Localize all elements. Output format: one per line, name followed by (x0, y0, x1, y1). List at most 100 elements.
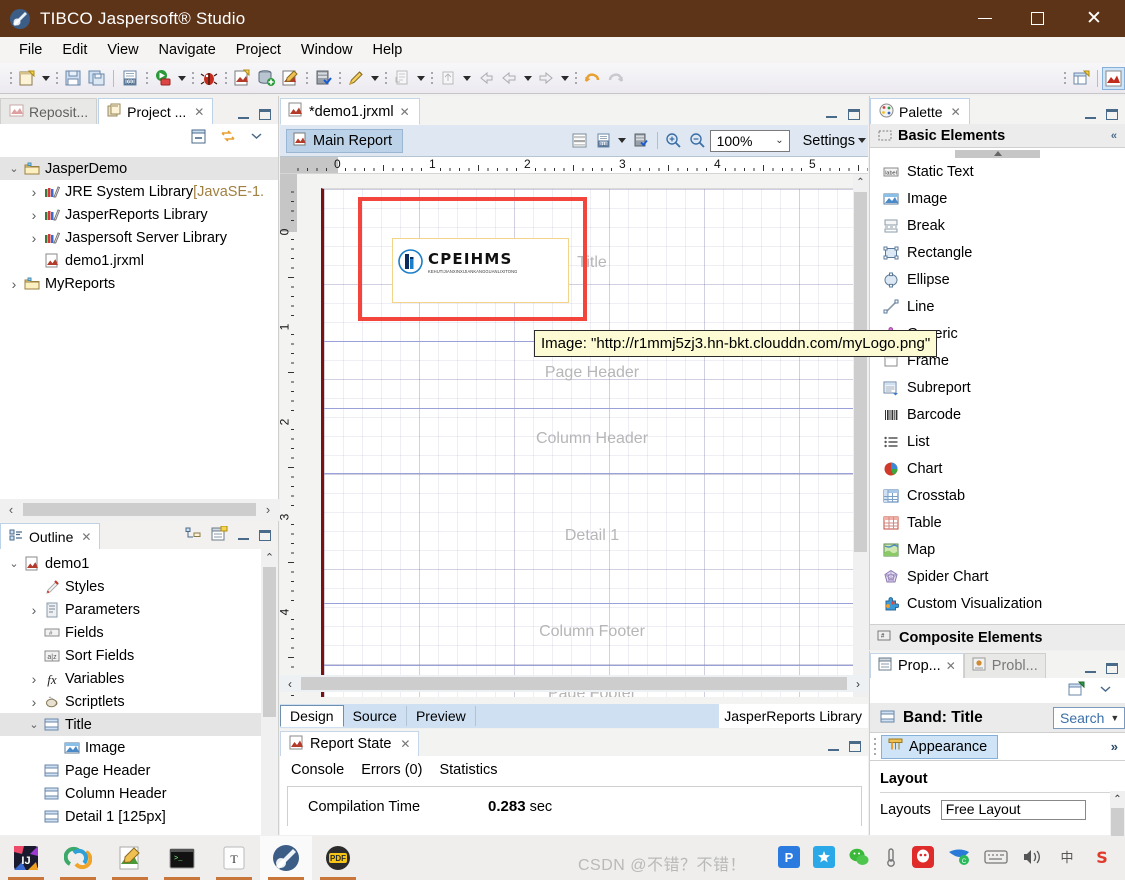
minimize-icon[interactable] (828, 742, 839, 751)
chevron-down-icon[interactable]: ⌄ (6, 162, 22, 175)
subtab-errors[interactable]: Errors (0) (361, 762, 422, 778)
tab-problems[interactable]: Probl... (964, 653, 1046, 678)
back-arrow-icon[interactable] (497, 66, 521, 90)
project-tree-item-jasperreports-library[interactable]: ›JasperReports Library (0, 203, 278, 226)
project-tree-item-jre-system-library[interactable]: ›JRE System Library [JavaSE-1. (0, 180, 278, 203)
close-icon[interactable]: ✕ (400, 737, 410, 751)
project-tree-item-myreports[interactable]: ›MyReports (0, 272, 278, 295)
menu-view[interactable]: View (98, 40, 147, 60)
tab-palette[interactable]: Palette ✕ (870, 98, 970, 124)
zoom-out-icon[interactable] (686, 129, 710, 153)
close-icon[interactable]: ✕ (946, 659, 956, 673)
new-datasource-icon[interactable] (254, 66, 278, 90)
back-dropdown-arrow[interactable] (521, 66, 534, 90)
collapse-palette-icon[interactable]: « (1111, 130, 1117, 142)
tab-source[interactable]: Source (344, 706, 407, 726)
tab-repository[interactable]: Reposit... (0, 98, 97, 124)
menu-window[interactable]: Window (292, 40, 362, 60)
image-element[interactable]: CPEIHMS KEHUTIJIANXINXIJIANKANGGUANLIXIT… (392, 238, 569, 303)
chevron-right-icon[interactable]: › (6, 276, 22, 292)
export-icon[interactable] (390, 66, 414, 90)
tab-project-explorer[interactable]: Project ... ✕ (98, 98, 213, 124)
jaspersoft-perspective-icon[interactable] (1102, 67, 1125, 90)
preview-dropdown-arrow[interactable] (368, 66, 381, 90)
palette-scroll-up[interactable] (955, 150, 1040, 158)
ime-icon[interactable]: 中 (1056, 847, 1078, 870)
chevron-down-icon[interactable]: ⌄ (775, 135, 783, 146)
export-dropdown-arrow[interactable] (414, 66, 427, 90)
palette-item-chart[interactable]: Chart (870, 455, 1125, 482)
thermometer-icon[interactable] (883, 846, 899, 871)
tab-preview[interactable]: Preview (407, 706, 476, 726)
scroll-right-icon[interactable]: › (848, 677, 868, 691)
menu-file[interactable]: File (10, 40, 51, 60)
tab-outline[interactable]: Outline ✕ (0, 523, 100, 549)
tab-report-state[interactable]: Report State ✕ (280, 731, 419, 756)
more-tabs-icon[interactable]: » (1111, 739, 1125, 754)
properties-search-input[interactable]: Search ▼ (1053, 707, 1125, 729)
close-icon[interactable]: ✕ (951, 105, 961, 119)
publish-dropdown-arrow[interactable] (460, 66, 473, 90)
report-paper[interactable]: TitlePage HeaderColumn HeaderDetail 1Col… (321, 188, 853, 697)
palette-section-composite-elements[interactable]: # Composite Elements (870, 624, 1125, 650)
menu-project[interactable]: Project (227, 40, 290, 60)
outline-item-variables[interactable]: ›fxVariables (0, 667, 278, 690)
subtab-statistics[interactable]: Statistics (439, 762, 497, 778)
dataset-icon[interactable]: 010 (118, 66, 142, 90)
chevron-down-icon[interactable]: ⌄ (6, 557, 22, 570)
minimize-icon[interactable] (1085, 664, 1096, 673)
wechat-icon[interactable] (848, 846, 870, 871)
outline-item-detail-1-125px[interactable]: Detail 1 [125px] (0, 805, 278, 828)
outline-item-styles[interactable]: Styles (0, 575, 278, 598)
chevron-right-icon[interactable]: › (26, 184, 42, 200)
zoom-level-combobox[interactable]: 100% ⌄ (710, 130, 790, 152)
compile-icon[interactable] (629, 129, 653, 153)
palette-item-subreport[interactable]: Subreport (870, 374, 1125, 401)
forward-arrow-icon[interactable] (534, 66, 558, 90)
palette-item-line[interactable]: Line (870, 293, 1125, 320)
band-view-icon[interactable] (568, 129, 592, 153)
scroll-left-icon[interactable]: ‹ (0, 502, 22, 517)
taskbar-item-file-edit[interactable] (104, 836, 156, 880)
maximize-icon[interactable] (849, 741, 861, 752)
layouts-combobox[interactable]: Free Layout (941, 800, 1086, 820)
scroll-thumb[interactable] (263, 567, 276, 717)
preview-icon[interactable] (344, 66, 368, 90)
project-tree-item-jaspersoft-server-library[interactable]: ›Jaspersoft Server Library (0, 226, 278, 249)
taskbar-item-jaspersoft-studio[interactable] (260, 836, 312, 880)
outline-vscrollbar[interactable]: ⌃ (261, 549, 278, 835)
outline-item-parameters[interactable]: ›Parameters (0, 598, 278, 621)
taskbar-item-pdf-reader[interactable]: PDF (312, 836, 364, 880)
project-hscrollbar[interactable]: ‹ › (0, 499, 279, 520)
undo-curve-icon[interactable] (580, 66, 604, 90)
maximize-icon[interactable] (848, 109, 860, 120)
taskbar-item-navicat[interactable] (52, 836, 104, 880)
p-icon[interactable]: P (778, 846, 800, 871)
wps-icon[interactable]: C (947, 846, 971, 871)
editor-vscrollbar[interactable]: ⌃ ⌄ (853, 174, 868, 697)
outline-item-demo1[interactable]: ⌄demo1 (0, 552, 278, 575)
link-editor-icon[interactable] (219, 128, 237, 148)
minimize-icon[interactable] (238, 110, 249, 119)
scroll-left-icon[interactable]: ‹ (280, 677, 300, 691)
maximize-icon[interactable] (1106, 663, 1118, 674)
publish-icon[interactable] (436, 66, 460, 90)
menu-edit[interactable]: Edit (53, 40, 96, 60)
maximize-icon[interactable] (259, 530, 271, 541)
dataset-preview-icon[interactable]: 010 (592, 129, 616, 153)
view-menu-icon[interactable] (249, 130, 264, 145)
new-jrxml-icon[interactable] (230, 66, 254, 90)
collapse-all-icon[interactable] (190, 128, 207, 148)
qq-icon[interactable] (912, 846, 934, 871)
chevron-right-icon[interactable]: › (26, 694, 42, 710)
palette-item-rectangle[interactable]: Rectangle (870, 239, 1125, 266)
close-icon[interactable]: ✕ (400, 105, 410, 119)
taskbar-item-terminal[interactable]: >_ (156, 836, 208, 880)
palette-item-static-text[interactable]: labelStatic Text (870, 158, 1125, 185)
run-icon[interactable] (151, 66, 175, 90)
new-report-icon[interactable] (15, 66, 39, 90)
menu-navigate[interactable]: Navigate (150, 40, 225, 60)
tab-design[interactable]: Design (280, 705, 344, 727)
outline-item-fields[interactable]: #Fields (0, 621, 278, 644)
outline-item-sort-fields[interactable]: a|zSort Fields (0, 644, 278, 667)
